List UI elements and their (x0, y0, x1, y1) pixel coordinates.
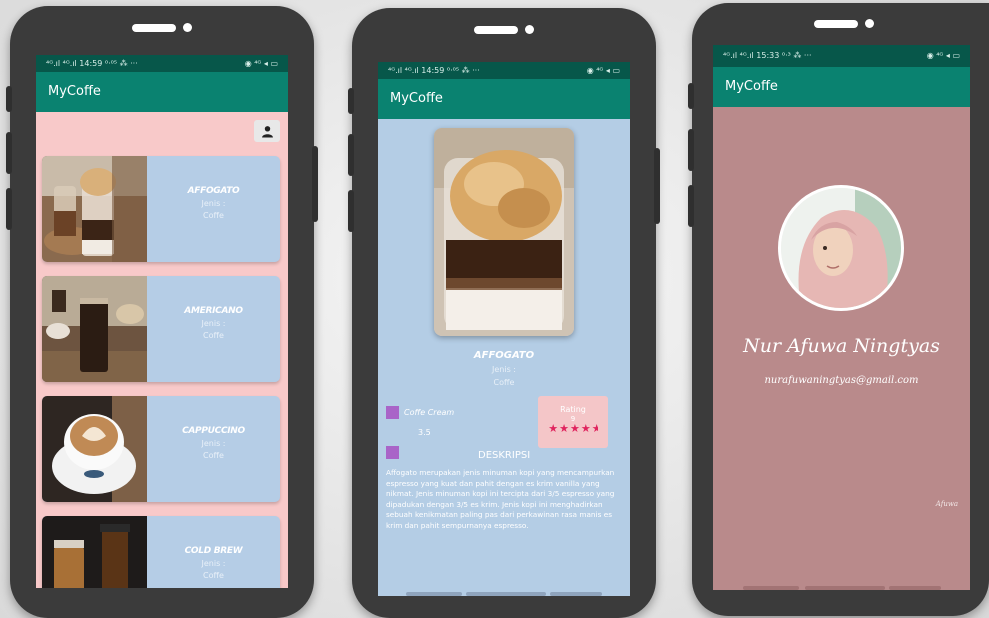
profile-screen: ⁴ᴳ.ıl ⁴ᴳ.ıl 15:33 ⁰·³ ⁂ ··· ◉ ⁴ᴳ ◂ ▭ MyC… (713, 45, 970, 590)
status-left: ⁴ᴳ.ıl ⁴ᴳ.ıl 15:33 ⁰·³ ⁂ ··· (723, 51, 812, 60)
app-title: MyCoffe (48, 84, 101, 99)
side-button (348, 88, 354, 114)
star-icon: ★ (570, 422, 581, 435)
item-info: AMERICANO Jenis : Coffe (147, 306, 280, 340)
star-icon: ★ (580, 422, 592, 435)
phone-frame-detail: ⁴ᴳ.ıl ⁴ᴳ.ıl 14:59 ⁰·⁰⁵ ⁂ ··· ◉ ⁴ᴳ ◂ ▭ My… (348, 8, 660, 618)
app-bar: MyCoffe (713, 67, 970, 107)
status-left: ⁴ᴳ.ıl ⁴ᴳ.ıl 14:59 ⁰·⁰⁵ ⁂ ··· (388, 66, 480, 75)
item-jenis-label: Jenis : (201, 319, 226, 328)
list-item-americano[interactable]: AMERICANO Jenis : Coffe (42, 276, 280, 382)
status-bar: ⁴ᴳ.ıl ⁴ᴳ.ıl 14:59 ⁰·⁰⁵ ⁂ ··· ◉ ⁴ᴳ ◂ ▭ (378, 62, 630, 79)
profile-button[interactable] (254, 120, 280, 142)
side-button (348, 134, 354, 176)
description-text: Affogato merupakan jenis minuman kopi ya… (386, 468, 615, 530)
half-star-icon: ★ (591, 422, 598, 435)
app-bar: MyCoffe (378, 79, 630, 119)
affogato-image (42, 156, 147, 262)
item-jenis-label: Jenis : (201, 559, 226, 568)
side-button (312, 146, 318, 222)
item-jenis-label: Jenis : (201, 199, 226, 208)
status-bar: ⁴ᴳ.ıl ⁴ᴳ.ıl 15:33 ⁰·³ ⁂ ··· ◉ ⁴ᴳ ◂ ▭ (713, 45, 970, 67)
side-button (654, 148, 660, 224)
speaker (474, 26, 518, 34)
item-jenis-label: Jenis : (201, 439, 226, 448)
avatar (778, 185, 904, 311)
rating-stars: ★★★★★ (538, 422, 608, 435)
camera (183, 23, 192, 32)
app-title: MyCoffe (390, 91, 443, 106)
app-bar: MyCoffe (36, 72, 288, 112)
star-icon: ★ (548, 422, 560, 435)
item-jenis-value: Coffe (203, 331, 224, 340)
bottom-tab-indicator (743, 586, 799, 590)
item-info: AFFOGATO Jenis : Coffe (147, 186, 280, 220)
item-info: COLD BREW Jenis : Coffe (147, 546, 280, 580)
description-color-square (386, 446, 399, 459)
list-item-cappuccino[interactable]: CAPPUCCINO Jenis : Coffe (42, 396, 280, 502)
phone-frame-profile: ⁴ᴳ.ıl ⁴ᴳ.ıl 15:33 ⁰·³ ⁂ ··· ◉ ⁴ᴳ ◂ ▭ MyC… (688, 3, 989, 616)
status-left: ⁴ᴳ.ıl ⁴ᴳ.ıl 14:59 ⁰·⁰⁵ ⁂ ··· (46, 59, 138, 68)
side-button (688, 185, 694, 227)
side-button (688, 83, 694, 109)
profile-email: nurafuwaningtyas@gmail.com (764, 375, 919, 386)
status-right: ◉ ⁴ᴳ ◂ ▭ (926, 51, 960, 60)
item-title: CAPPUCCINO (182, 426, 245, 436)
detail-jenis-label: Jenis : (492, 365, 516, 374)
item-jenis-value: Coffe (203, 211, 224, 220)
item-info: CAPPUCCINO Jenis : Coffe (147, 426, 280, 460)
bottom-tab-indicator (550, 592, 602, 596)
list-screen: ⁴ᴳ.ıl ⁴ᴳ.ıl 14:59 ⁰·⁰⁵ ⁂ ··· ◉ ⁴ᴳ ◂ ▭ My… (36, 55, 288, 588)
side-button (6, 188, 12, 230)
app-title: MyCoffe (725, 79, 778, 94)
subtype-color-square (386, 406, 399, 419)
profile-name: Nur Afuwa Ningtyas (743, 335, 940, 357)
americano-image (42, 276, 147, 382)
detail-title: AFFOGATO (473, 350, 535, 361)
side-button (6, 132, 12, 174)
signature-text: Afuwa (935, 500, 958, 508)
list-item-affogato[interactable]: AFFOGATO Jenis : Coffe (42, 156, 280, 262)
phone-frame-list: ⁴ᴳ.ıl ⁴ᴳ.ıl 14:59 ⁰·⁰⁵ ⁂ ··· ◉ ⁴ᴳ ◂ ▭ My… (6, 6, 318, 618)
item-title: COLD BREW (184, 546, 243, 556)
item-jenis-value: Coffe (203, 451, 224, 460)
item-title: AMERICANO (184, 306, 243, 316)
star-icon: ★ (559, 422, 570, 435)
detail-jenis-value: Coffe (493, 378, 515, 387)
side-button (688, 129, 694, 171)
cappuccino-image (42, 396, 147, 502)
price-value: 3.5 (418, 428, 431, 437)
rating-box: Rating 9 ★★★★★ (538, 396, 608, 448)
coffee-list: AFFOGATO Jenis : Coffe AMERICANO Jenis:… (36, 112, 288, 588)
affogato-detail-image (434, 128, 574, 336)
bottom-tab-indicator (466, 592, 546, 596)
speaker (814, 20, 858, 28)
bottom-tab-indicator (805, 586, 885, 590)
side-button (348, 190, 354, 232)
list-item-cold-brew[interactable]: COLD BREW Jenis : Coffe (42, 516, 280, 588)
status-right: ◉ ⁴ᴳ ◂ ▭ (244, 59, 278, 68)
cold-brew-image (42, 516, 147, 588)
status-bar: ⁴ᴳ.ıl ⁴ᴳ.ıl 14:59 ⁰·⁰⁵ ⁂ ··· ◉ ⁴ᴳ ◂ ▭ (36, 55, 288, 72)
status-right: ◉ ⁴ᴳ ◂ ▭ (586, 66, 620, 75)
bottom-tab-indicator (406, 592, 462, 596)
bottom-tab-indicator (889, 586, 941, 590)
item-jenis-value: Coffe (203, 571, 224, 580)
side-button (6, 86, 12, 112)
rating-label: Rating (560, 405, 586, 414)
camera (525, 25, 534, 34)
speaker (132, 24, 176, 32)
affogato-photo (434, 128, 574, 336)
person-icon (261, 125, 273, 137)
camera (865, 19, 874, 28)
subtype-label: Coffe Cream (404, 408, 455, 417)
description-heading: DESKRIPSI (478, 450, 531, 461)
profile-photo (781, 188, 901, 308)
detail-screen: ⁴ᴳ.ıl ⁴ᴳ.ıl 14:59 ⁰·⁰⁵ ⁂ ··· ◉ ⁴ᴳ ◂ ▭ My… (378, 62, 630, 596)
item-title: AFFOGATO (187, 186, 240, 196)
